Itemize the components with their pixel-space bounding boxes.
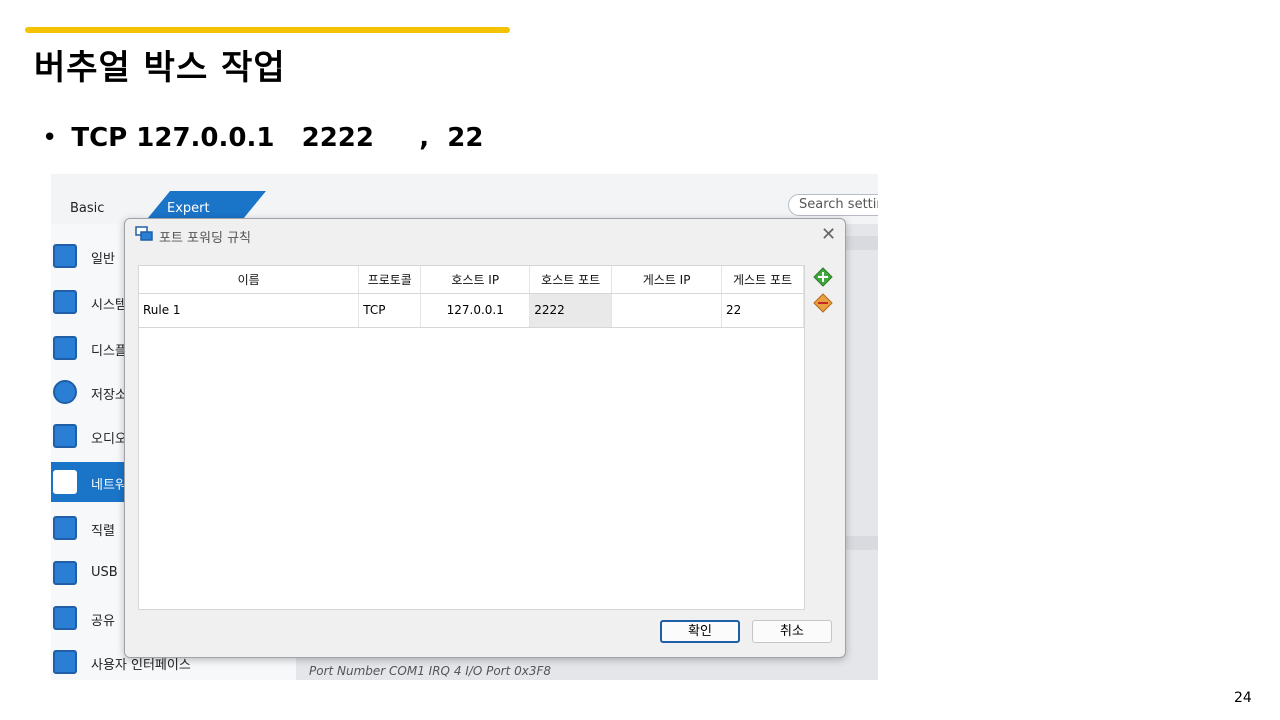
rules-table: 이름 프로토콜 호스트 IP 호스트 포트 게스트 IP 게스트 포트 Rule… xyxy=(138,265,805,610)
cell-guest-ip[interactable] xyxy=(611,293,723,328)
column-header-host-port[interactable]: 호스트 포트 xyxy=(529,266,613,294)
cancel-button[interactable]: 취소 xyxy=(752,620,832,643)
column-header-guest-port[interactable]: 게스트 포트 xyxy=(721,266,804,294)
table-header-row: 이름 프로토콜 호스트 IP 호스트 포트 게스트 IP 게스트 포트 xyxy=(139,266,804,294)
remove-rule-icon[interactable] xyxy=(813,293,833,313)
network-icon xyxy=(53,470,77,494)
table-row[interactable]: Rule 1 TCP 127.0.0.1 2222 22 xyxy=(139,293,804,328)
sidebar-item-label: 일반 xyxy=(91,252,115,267)
dialog-title: 포트 포워딩 규칙 xyxy=(159,231,251,246)
title-accent-bar xyxy=(25,27,510,33)
cell-protocol[interactable]: TCP xyxy=(358,293,422,328)
bullet-separator: , xyxy=(419,123,430,153)
sidebar-item-label: 디스플 xyxy=(91,344,127,359)
ok-button[interactable]: 확인 xyxy=(660,620,740,643)
cell-host-port[interactable]: 2222 xyxy=(529,293,613,328)
port-forwarding-dialog: 포트 포워딩 규칙 ✕ 이름 프로토콜 호스트 IP 호스트 포트 게스트 IP… xyxy=(124,218,846,658)
network-icon xyxy=(135,226,153,241)
sidebar-item-label: 공유 xyxy=(91,614,115,629)
column-header-guest-ip[interactable]: 게스트 IP xyxy=(611,266,723,294)
bullet-line: • TCP 127.0.0.1 2222 , 22 xyxy=(42,123,483,153)
monitor-icon xyxy=(53,244,77,268)
cell-name[interactable]: Rule 1 xyxy=(139,293,360,328)
sidebar-item-label: 저장소 xyxy=(91,388,127,403)
tab-expert-label: Expert xyxy=(167,201,210,216)
search-settings-input[interactable]: Search settin xyxy=(788,194,878,216)
cell-guest-port[interactable]: 22 xyxy=(721,293,804,328)
add-rule-icon[interactable] xyxy=(813,267,833,287)
sidebar-item-label: 오디오 xyxy=(91,432,127,447)
bullet-host-port: 2222 xyxy=(301,123,374,153)
bullet-dot: • xyxy=(42,123,58,153)
serial-port-settings-text: Port Number COM1 IRQ 4 I/O Port 0x3F8 xyxy=(309,664,552,678)
disk-icon xyxy=(53,380,77,404)
cell-host-ip[interactable]: 127.0.0.1 xyxy=(420,293,531,328)
chip-icon xyxy=(53,290,77,314)
sidebar-item-label: 직렬 xyxy=(91,524,115,539)
serial-port-icon xyxy=(53,516,77,540)
rule-actions xyxy=(813,267,833,319)
display-icon xyxy=(53,336,77,360)
sidebar-item-label: 시스템 xyxy=(91,298,127,313)
speaker-icon xyxy=(53,424,77,448)
usb-icon xyxy=(53,561,77,585)
sidebar-item-label: USB xyxy=(91,565,118,580)
sidebar-item-label: 네트워 xyxy=(91,478,127,493)
slide-title: 버추얼 박스 작업 xyxy=(34,48,286,88)
bullet-protocol: TCP 127.0.0.1 xyxy=(71,123,275,153)
bullet-guest-port: 22 xyxy=(447,123,484,153)
column-header-protocol[interactable]: 프로토콜 xyxy=(358,266,422,294)
close-icon[interactable]: ✕ xyxy=(821,224,836,245)
window-icon xyxy=(53,650,77,674)
tab-basic[interactable]: Basic xyxy=(70,201,104,216)
page-number: 24 xyxy=(1234,690,1252,706)
column-header-name[interactable]: 이름 xyxy=(139,266,360,294)
folder-icon xyxy=(53,606,77,630)
column-header-host-ip[interactable]: 호스트 IP xyxy=(420,266,531,294)
